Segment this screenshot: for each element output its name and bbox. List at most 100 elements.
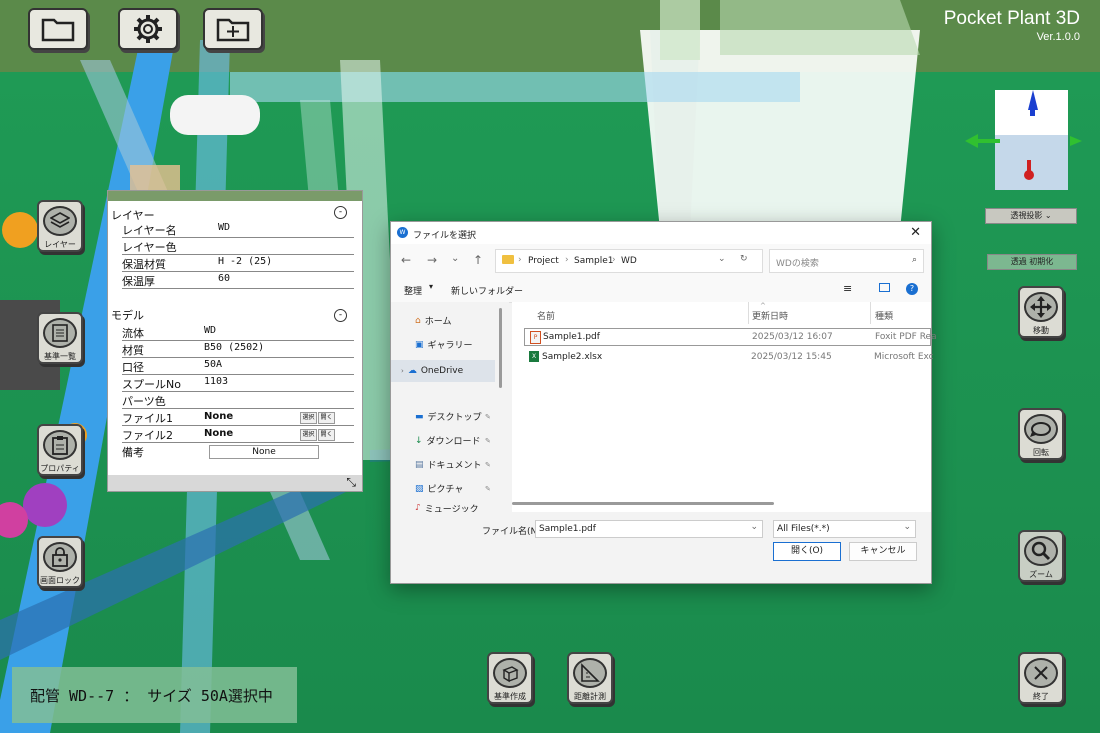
breadcrumb-item[interactable]: WD — [621, 256, 637, 266]
new-folder-button[interactable]: 新しいフォルダー — [451, 284, 523, 297]
breadcrumb-item[interactable]: Project — [528, 256, 559, 266]
view-options-icon[interactable]: ≡ — [843, 282, 852, 295]
organize-menu[interactable]: 整理 — [404, 284, 422, 297]
row-value: WD — [204, 325, 217, 336]
nav-item-downloads[interactable]: ↓ ダウンロード ✎ — [415, 434, 491, 448]
base-list-button[interactable]: 基準一覧 — [37, 312, 83, 364]
nav-item-music[interactable]: ♪ ミュージック — [415, 504, 479, 512]
row-value: 50A — [204, 359, 223, 370]
pin-icon: ✎ — [485, 460, 491, 469]
open-button[interactable]: 開く(O) — [773, 542, 841, 561]
nav-item-desktop[interactable]: ▬ デスクトップ ✎ — [415, 410, 491, 424]
model-row: スプールNo 1103 — [122, 375, 354, 392]
move-label: 移動 — [1033, 326, 1049, 335]
column-name[interactable]: 名前 — [537, 309, 555, 322]
nav-item-documents[interactable]: ▤ ドキュメント ✎ — [415, 458, 491, 472]
column-date[interactable]: 更新日時 — [752, 309, 788, 322]
exit-button[interactable]: 終了 — [1018, 652, 1064, 704]
nav-scrollbar[interactable] — [499, 308, 502, 388]
nav-item-onedrive[interactable]: › ☁ OneDrive — [391, 360, 495, 382]
property-button[interactable]: プロパティ — [37, 424, 83, 476]
reset-transparency-button[interactable]: 透過 初期化 — [987, 254, 1077, 270]
horizontal-scrollbar[interactable] — [512, 502, 774, 505]
file1-select-button[interactable]: 選択 — [300, 412, 317, 424]
exit-label: 終了 — [1033, 692, 1049, 701]
collapse-model-icon[interactable]: - — [334, 309, 347, 322]
close-icon — [1024, 658, 1058, 688]
resize-icon[interactable]: ⤡ — [346, 475, 356, 490]
excel-file-icon: X — [529, 351, 539, 362]
dialog-title: ファイルを選択 — [413, 231, 477, 241]
navigation-pane: ⌂ ホーム ▣ ギャラリー › ☁ OneDrive ▬ デスクトップ ✎ ↓ ダウンロード ✎… — [391, 302, 509, 512]
row-value: H -2 (25) — [218, 256, 273, 267]
clipboard-icon — [43, 430, 77, 460]
picture-icon: ▧ — [415, 483, 424, 494]
gallery-icon: ▣ — [415, 339, 424, 350]
folder-button[interactable] — [28, 8, 88, 50]
create-base-button[interactable]: 基準作成 — [487, 652, 533, 704]
back-icon[interactable]: ← — [401, 253, 411, 267]
row-value: WD — [218, 222, 231, 233]
move-button[interactable]: 移動 — [1018, 286, 1064, 338]
row-key: レイヤー色 — [122, 241, 177, 254]
row-key: ファイル1 — [122, 412, 173, 425]
row-value: B50 (2502) — [204, 342, 265, 353]
ruler-icon — [573, 658, 607, 688]
screen-lock-button[interactable]: 画面ロック — [37, 536, 83, 588]
app-logo-icon: W — [397, 227, 408, 238]
property-panel-footer: ⤡ — [108, 475, 362, 491]
lock-label: 画面ロック — [40, 576, 80, 585]
breadcrumb-sep: › — [565, 255, 569, 265]
row-key: 流体 — [122, 327, 144, 340]
up-icon[interactable]: ↑ — [473, 253, 483, 267]
file2-select-button[interactable]: 選択 — [300, 429, 317, 441]
history-chevron-icon[interactable]: ⌄ — [451, 253, 459, 264]
settings-button[interactable] — [118, 8, 178, 50]
file-row[interactable]: X Sample2.xlsx 2025/03/12 15:45 Microsof… — [524, 349, 934, 367]
folder-add-button[interactable] — [203, 8, 263, 50]
nav-item-pictures[interactable]: ▧ ピクチャ ✎ — [415, 482, 491, 496]
breadcrumb[interactable]: › Project › Sample1 › WD ⌄ ↻ — [495, 249, 763, 273]
layer-button[interactable]: レイヤー — [37, 200, 83, 252]
filename-input[interactable]: Sample1.pdf ⌄ — [535, 520, 763, 538]
music-icon: ♪ — [415, 504, 421, 512]
file-row-selected[interactable]: P Sample1.pdf 2025/03/12 16:07 Foxit PDF… — [524, 328, 937, 346]
file-type-filter[interactable]: All Files(*.*) ⌄ — [773, 520, 916, 538]
close-icon[interactable]: ✕ — [910, 225, 921, 240]
status-text: 配管 WD--7 ： サイズ 50A選択中 — [30, 686, 273, 705]
breadcrumb-sep: › — [518, 255, 522, 265]
note-input[interactable]: None — [209, 445, 319, 459]
refresh-icon[interactable]: ↻ — [740, 254, 748, 264]
nav-label: ダウンロード — [426, 437, 481, 447]
desktop-icon: ▬ — [415, 411, 424, 422]
chevron-down-icon[interactable]: ⌄ — [718, 254, 726, 264]
column-divider — [748, 302, 749, 324]
row-key: スプールNo — [122, 378, 181, 391]
pin-icon: ✎ — [485, 436, 491, 445]
file1-open-button[interactable]: 開く — [318, 412, 335, 424]
rotate-button[interactable]: 回転 — [1018, 408, 1064, 460]
app-version: Ver.1.0.0 — [1036, 31, 1080, 43]
measure-button[interactable]: 距離計測 — [567, 652, 613, 704]
pin-icon: ✎ — [485, 412, 491, 421]
nav-item-gallery[interactable]: ▣ ギャラリー — [415, 338, 473, 352]
file2-open-button[interactable]: 開く — [318, 429, 335, 441]
zoom-button[interactable]: ズーム — [1018, 530, 1064, 582]
note-row: 備考 None — [122, 443, 354, 459]
nav-item-home[interactable]: ⌂ ホーム — [415, 314, 451, 328]
row-key: 保温厚 — [122, 275, 155, 288]
cancel-button[interactable]: キャンセル — [849, 542, 917, 561]
chevron-down-icon: ⌄ — [750, 522, 758, 532]
projection-select[interactable]: 透視投影 ⌄ — [985, 208, 1077, 224]
help-icon[interactable]: ? — [906, 283, 918, 295]
forward-icon[interactable]: → — [427, 253, 437, 267]
rotate-icon — [1024, 414, 1058, 444]
breadcrumb-item[interactable]: Sample1 — [574, 256, 613, 266]
folder-icon — [502, 255, 514, 264]
column-type[interactable]: 種類 — [875, 309, 893, 322]
file-name: Sample1.pdf — [543, 332, 600, 342]
collapse-layer-icon[interactable]: - — [334, 206, 347, 219]
dialog-footer: ファイル名(N): Sample1.pdf ⌄ All Files(*.*) ⌄… — [391, 512, 931, 583]
search-box[interactable]: WDの検索 ⌕ — [769, 249, 924, 273]
preview-pane-icon[interactable] — [879, 283, 890, 292]
